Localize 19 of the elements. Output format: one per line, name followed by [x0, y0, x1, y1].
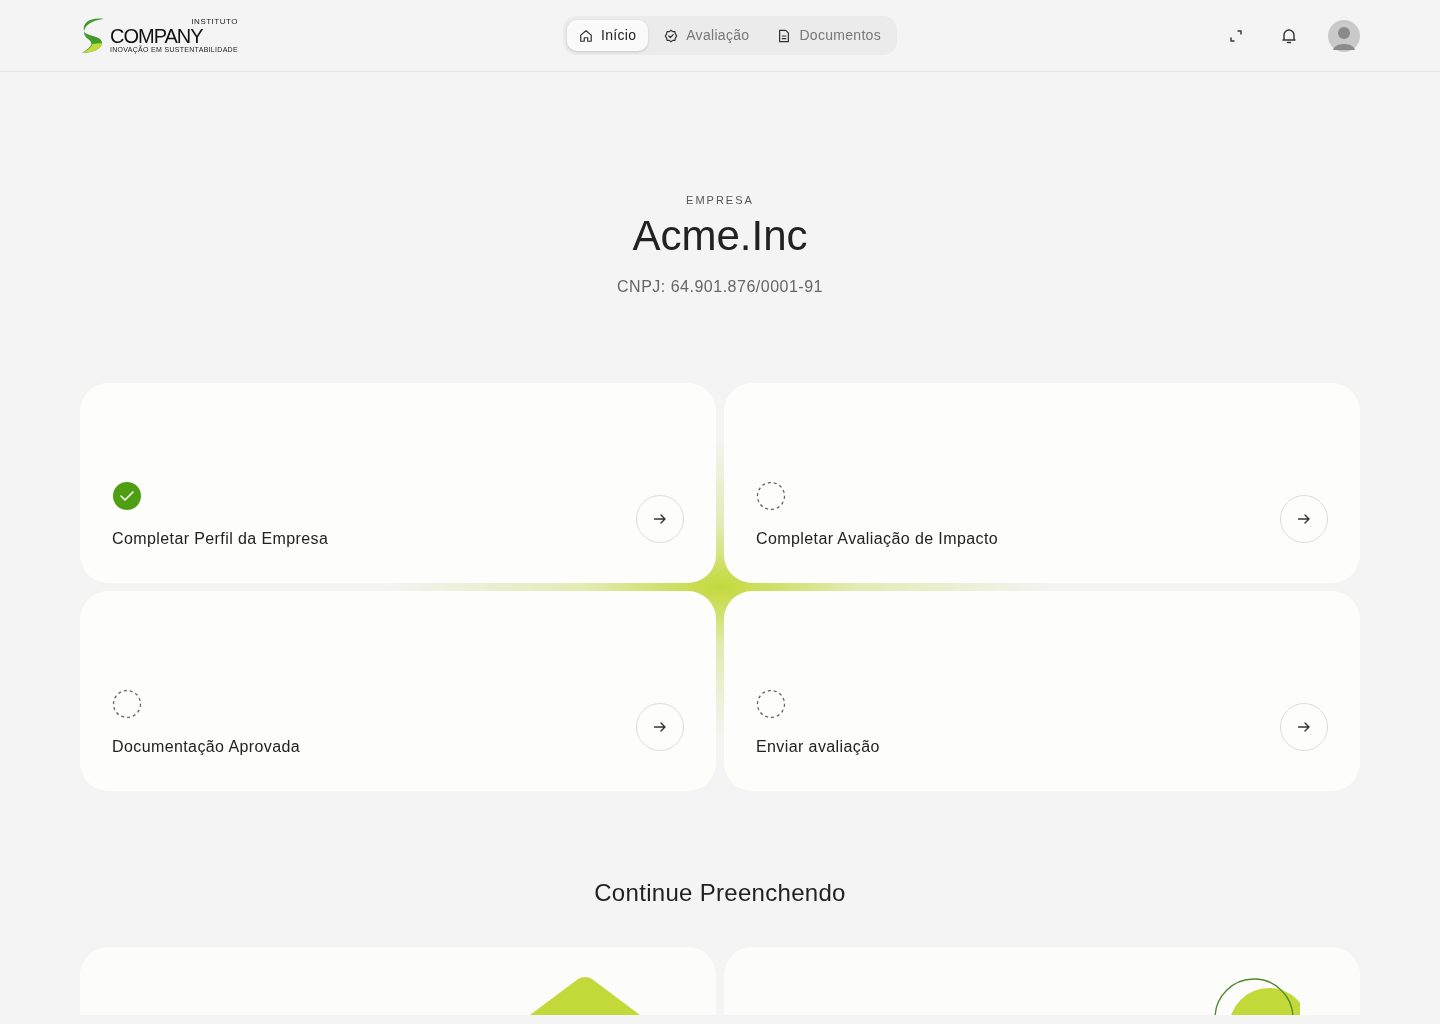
- avatar[interactable]: [1328, 19, 1360, 52]
- badge-check-icon: [664, 28, 679, 43]
- step-label: Documentação Aprovada: [112, 736, 301, 757]
- company-id: CNPJ: 64.901.876/0001-91: [616, 276, 824, 297]
- step-label: Completar Avaliação de Impacto: [756, 528, 999, 549]
- section-title: Continue Preenchendo: [593, 878, 847, 908]
- expand-icon: [1228, 27, 1244, 44]
- bell-icon: [1280, 26, 1298, 45]
- section-label: EMPRESA: [685, 193, 755, 208]
- step-label: Enviar avaliação: [756, 736, 880, 757]
- company-name: Acme.Inc: [631, 212, 809, 259]
- nav-tab[interactable]: Avaliação: [652, 20, 762, 51]
- logo-subtitle: INSTITUTO: [190, 18, 238, 26]
- logo-wordmark: COMPANY: [110, 26, 204, 46]
- document-icon: [777, 28, 792, 43]
- nav-tab[interactable]: Documentos: [765, 20, 893, 51]
- nav-tab[interactable]: Início: [566, 20, 649, 51]
- step-label: Completar Perfil da Empresa: [112, 528, 329, 549]
- home-icon: [578, 28, 593, 43]
